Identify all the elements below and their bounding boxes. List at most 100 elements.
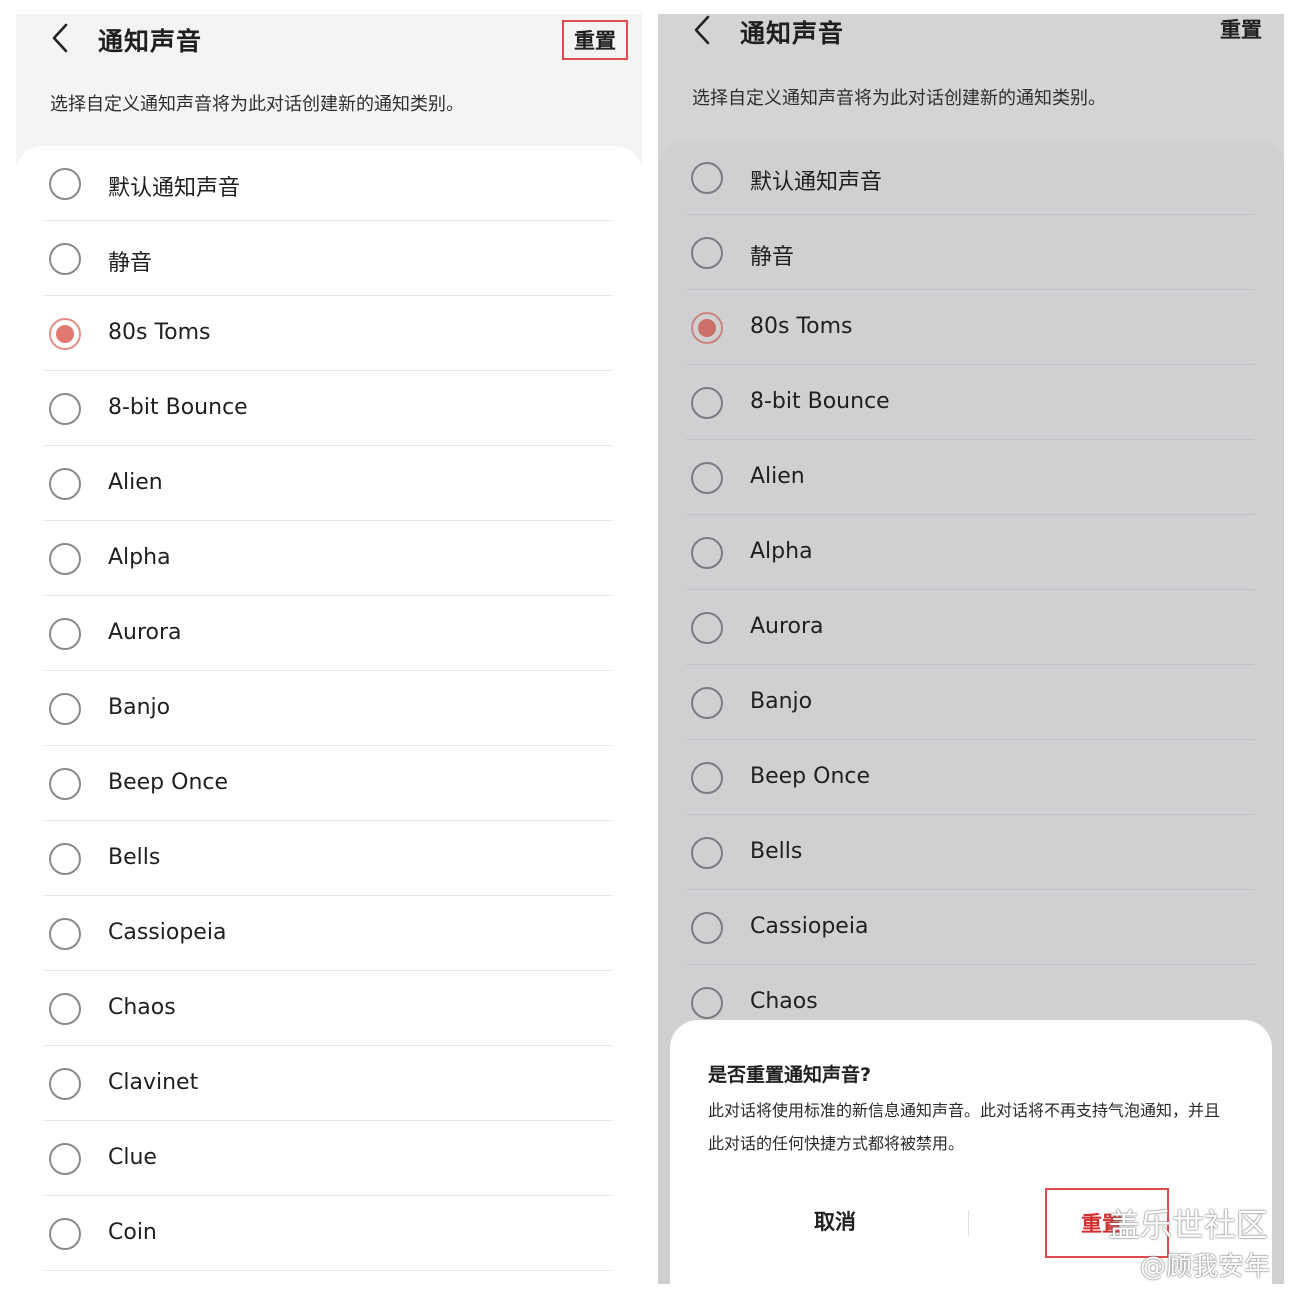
back-button[interactable] [688,14,716,48]
sound-option[interactable]: 默认通知声音 [44,146,612,221]
sound-option[interactable]: Beep Once [44,746,612,821]
dialog-title: 是否重置通知声音? [708,1064,872,1086]
sound-option-label: Bells [108,845,161,870]
chevron-left-icon [52,23,68,53]
sound-option-label: 默认通知声音 [750,170,883,195]
sound-option-label: Aurora [108,620,182,645]
page-title: 通知声音 [740,19,845,48]
notification-sound-screen: 通知声音 重置 选择自定义通知声音将为此对话创建新的通知类别。 默认通知声音 静音… [16,14,642,1284]
radio-checked-icon[interactable] [49,318,81,350]
sound-option[interactable]: Alpha [686,515,1254,590]
sound-option[interactable]: Banjo [686,665,1254,740]
radio-unchecked-icon[interactable] [691,837,723,869]
sound-option-label: Beep Once [750,764,871,789]
sound-option[interactable]: Chaos [44,971,612,1046]
sound-option-label: Chaos [108,995,176,1020]
sound-option-label: Cassiopeia [750,914,869,939]
radio-unchecked-icon[interactable] [49,1143,81,1175]
radio-unchecked-icon[interactable] [691,987,723,1019]
radio-unchecked-icon[interactable] [49,918,81,950]
page-title: 通知声音 [98,27,203,56]
sound-option-label: Aurora [750,614,824,639]
sound-option[interactable]: Alpha [44,521,612,596]
sound-option-label: 静音 [108,251,153,276]
sound-option-label: Beep Once [108,770,229,795]
sound-option-label: 80s Toms [750,314,853,339]
radio-checked-icon[interactable] [691,312,723,344]
radio-unchecked-icon[interactable] [691,687,723,719]
sound-option-label: Alpha [108,545,171,570]
sound-option-label: Bells [750,839,803,864]
sound-option[interactable]: Clue [44,1121,612,1196]
sound-option[interactable]: 8-bit Bounce [44,371,612,446]
sound-option[interactable]: Clavinet [44,1046,612,1121]
radio-unchecked-icon[interactable] [691,162,723,194]
sound-option[interactable]: Aurora [686,590,1254,665]
sound-option[interactable]: Bells [686,815,1254,890]
sound-option[interactable]: Coin [44,1196,612,1271]
sound-list-card: 默认通知声音静音 80s Toms 8-bit Bounce Alien Alpha Au… [16,146,642,1284]
sound-option-label: 8-bit Bounce [108,395,248,420]
radio-unchecked-icon[interactable] [691,462,723,494]
sound-option-label: Banjo [108,695,171,720]
sound-option[interactable]: 8-bit Bounce [686,365,1254,440]
top-bar: 通知声音 重置 [658,14,1284,60]
reset-button[interactable]: 重置 [562,20,628,60]
sound-option-label: Alien [108,470,163,495]
button-divider [968,1210,969,1236]
notification-sound-screen-with-dialog: 通知声音 重置 选择自定义通知声音将为此对话创建新的通知类别。 默认通知声音 静音… [658,14,1284,1284]
sound-option-label: Chaos [750,989,818,1014]
radio-unchecked-icon[interactable] [49,1218,81,1250]
reset-button[interactable]: 重置 [1220,14,1262,44]
radio-unchecked-icon[interactable] [691,912,723,944]
sound-option-label: 8-bit Bounce [750,389,890,414]
sound-option[interactable]: Alien [44,446,612,521]
sound-list: 默认通知声音静音 80s Toms 8-bit Bounce Alien Alpha Au… [44,146,612,1271]
radio-unchecked-icon[interactable] [49,693,81,725]
radio-unchecked-icon[interactable] [691,237,723,269]
radio-unchecked-icon[interactable] [691,537,723,569]
radio-unchecked-icon[interactable] [691,762,723,794]
watermark-community: 盖乐世社区 [1108,1206,1269,1244]
sound-option-label: 静音 [750,245,795,270]
sound-option-label: Coin [108,1220,157,1245]
radio-unchecked-icon[interactable] [49,168,81,200]
watermark-author: @顾我安年 [1140,1252,1271,1282]
sound-option-label: Clue [108,1145,157,1170]
dialog-message: 此对话将使用标准的新信息通知声音。此对话将不再支持气泡通知，并且此对话的任何快捷… [708,1101,1221,1153]
sound-option-label: Banjo [750,689,813,714]
chevron-left-icon [694,15,710,45]
sound-option[interactable]: Beep Once [686,740,1254,815]
radio-unchecked-icon[interactable] [49,468,81,500]
radio-unchecked-icon[interactable] [49,993,81,1025]
sound-option[interactable]: Bells [44,821,612,896]
sound-option[interactable]: 静音 [44,221,612,296]
radio-unchecked-icon[interactable] [691,387,723,419]
radio-unchecked-icon[interactable] [691,612,723,644]
page-description: 选择自定义通知声音将为此对话创建新的通知类别。 [692,88,1106,109]
sound-option-label: Clavinet [108,1070,199,1095]
radio-unchecked-icon[interactable] [49,843,81,875]
radio-unchecked-icon[interactable] [49,243,81,275]
sound-option[interactable]: 80s Toms [44,296,612,371]
sound-option[interactable]: 默认通知声音 [686,140,1254,215]
radio-unchecked-icon[interactable] [49,543,81,575]
sound-option-label: Cassiopeia [108,920,227,945]
sound-option[interactable]: Banjo [44,671,612,746]
sound-option[interactable]: Alien [686,440,1254,515]
cancel-button[interactable]: 取消 [814,1206,856,1236]
sound-option-label: Alpha [750,539,813,564]
radio-unchecked-icon[interactable] [49,393,81,425]
sound-list: 默认通知声音 静音 80s Toms 8-bit Bounce Alien Alpha Au… [686,140,1254,1040]
radio-unchecked-icon[interactable] [49,768,81,800]
sound-option[interactable]: Cassiopeia [44,896,612,971]
radio-unchecked-icon[interactable] [49,1068,81,1100]
sound-option[interactable]: Aurora [44,596,612,671]
top-bar: 通知声音 重置 [16,18,642,66]
radio-unchecked-icon[interactable] [49,618,81,650]
back-button[interactable] [46,20,74,56]
sound-option[interactable]: Cassiopeia [686,890,1254,965]
sound-option[interactable]: 80s Toms [686,290,1254,365]
sound-option-label: Alien [750,464,805,489]
sound-option[interactable]: 静音 [686,215,1254,290]
